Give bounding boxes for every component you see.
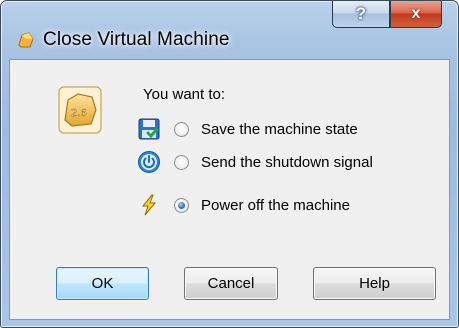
option-save-state[interactable]: Save the machine state bbox=[137, 117, 427, 141]
option-power-off-label: Power off the machine bbox=[201, 196, 350, 214]
title-help-button[interactable]: ? bbox=[332, 1, 390, 28]
question-mark-icon: ? bbox=[355, 4, 367, 23]
close-icon: x bbox=[411, 5, 421, 22]
option-save-state-label: Save the machine state bbox=[201, 120, 358, 138]
radio-shutdown-signal[interactable] bbox=[174, 154, 189, 170]
option-shutdown-signal[interactable]: Send the shutdown signal bbox=[137, 150, 427, 174]
option-shutdown-signal-label: Send the shutdown signal bbox=[201, 153, 373, 171]
option-power-off[interactable]: Power off the machine bbox=[137, 193, 427, 217]
vm-os-icon: 2.6 bbox=[58, 86, 102, 134]
prompt-label: You want to: bbox=[143, 86, 226, 103]
dialog-body: 2.6 You want to: Save the machine state bbox=[9, 59, 450, 320]
virtualbox-app-icon bbox=[18, 32, 34, 48]
title-close-button[interactable]: x bbox=[390, 1, 442, 28]
window-title: Close Virtual Machine bbox=[43, 29, 230, 50]
lightning-icon bbox=[141, 194, 157, 216]
radio-power-off[interactable] bbox=[174, 197, 189, 213]
vm-version-badge: 2.6 bbox=[71, 108, 87, 119]
power-button-icon bbox=[138, 151, 160, 173]
radio-save-state[interactable] bbox=[174, 121, 189, 137]
dialog-window: Close Virtual Machine ? x 2.6 You want t… bbox=[0, 0, 459, 328]
cancel-button[interactable]: Cancel bbox=[184, 267, 278, 300]
title-bar[interactable]: Close Virtual Machine ? x bbox=[1, 1, 458, 59]
help-button[interactable]: Help bbox=[313, 267, 436, 300]
ok-button[interactable]: OK bbox=[56, 267, 149, 300]
save-state-icon bbox=[138, 118, 160, 140]
